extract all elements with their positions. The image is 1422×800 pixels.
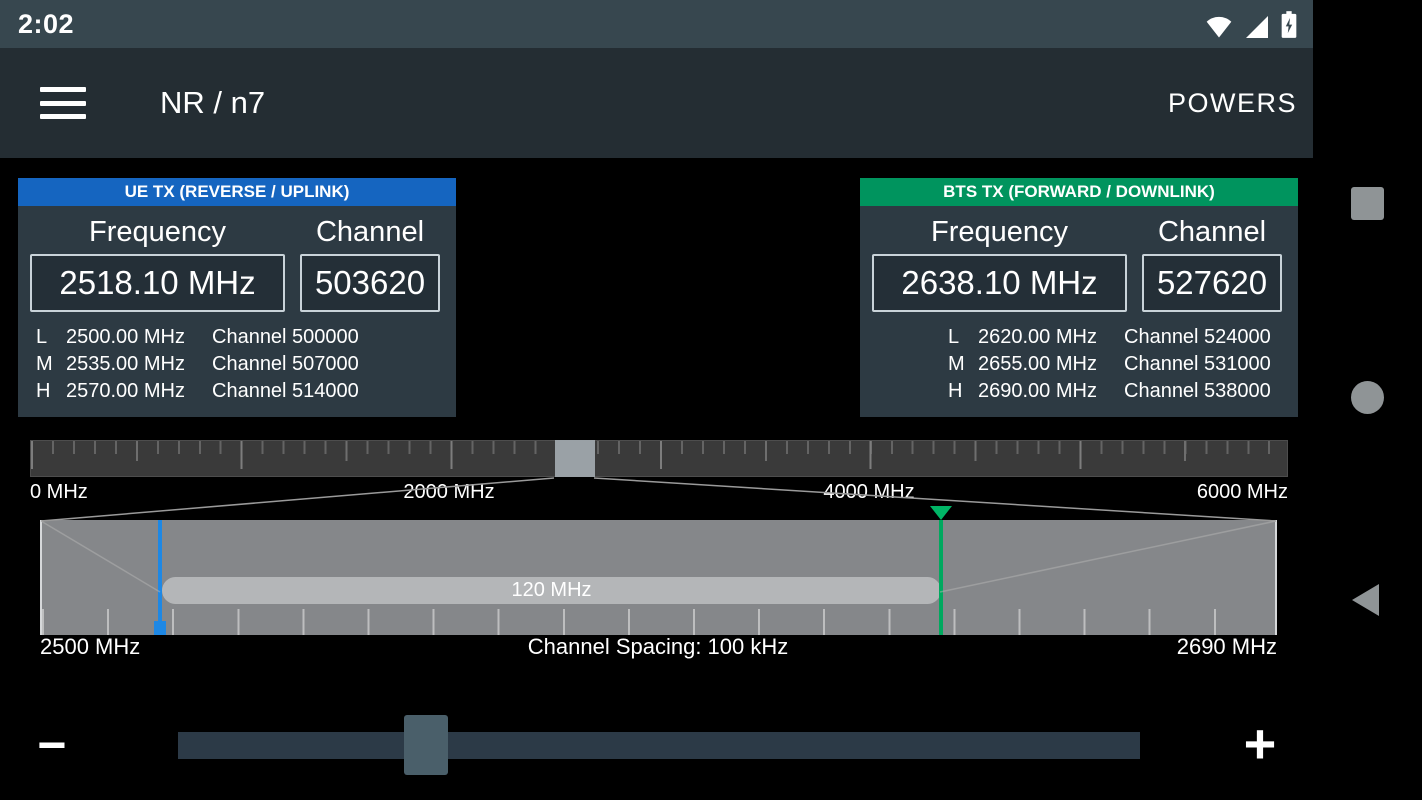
battery-charging-icon <box>1281 11 1297 38</box>
downlink-preset-mid[interactable]: M 2655.00 MHz Channel 531000 <box>948 351 1284 378</box>
cellular-signal-icon <box>1244 16 1270 38</box>
scale-label-4000: 4000 MHz <box>823 481 914 504</box>
preset-frequency: 2655.00 MHz <box>978 351 1124 378</box>
menu-icon[interactable] <box>40 87 86 119</box>
uplink-frequency-field[interactable]: 2518.10 MHz <box>30 254 285 312</box>
downlink-preset-low[interactable]: L 2620.00 MHz Channel 524000 <box>948 324 1284 351</box>
screen: 2:02 NR / n7 POWERS UE TX (REV <box>0 0 1422 800</box>
preset-channel: Channel 538000 <box>1124 378 1284 405</box>
preset-key: H <box>36 378 66 405</box>
downlink-card-header: BTS TX (FORWARD / DOWNLINK) <box>860 178 1298 206</box>
preset-channel: Channel 531000 <box>1124 351 1284 378</box>
zoom-in-button[interactable]: + <box>1234 717 1286 769</box>
scale-label-0: 0 MHz <box>30 481 88 504</box>
app-bar: NR / n7 POWERS <box>0 48 1313 158</box>
channel-spacing-label: Channel Spacing: 100 kHz <box>528 634 789 660</box>
zoom-slider-handle[interactable] <box>404 715 448 775</box>
uplink-channel-field[interactable]: 503620 <box>300 254 440 312</box>
uplink-card-body: Frequency Channel 2518.10 MHz 503620 L 2… <box>18 206 456 417</box>
recents-square-icon[interactable] <box>1351 187 1384 220</box>
scale-label-2000: 2000 MHz <box>403 481 494 504</box>
uplink-channel-label: Channel <box>300 216 440 249</box>
ruler-major-ticks <box>31 441 1287 469</box>
uplink-marker-handle[interactable] <box>154 621 166 635</box>
downlink-channel-field[interactable]: 527620 <box>1142 254 1282 312</box>
back-triangle-icon[interactable] <box>1352 584 1379 616</box>
preset-channel: Channel 507000 <box>212 351 444 378</box>
home-circle-icon[interactable] <box>1351 381 1384 414</box>
downlink-marker-handle[interactable] <box>930 506 952 520</box>
status-icons <box>1205 11 1297 38</box>
overview-selection-window[interactable] <box>555 440 595 477</box>
uplink-card-header: UE TX (REVERSE / UPLINK) <box>18 178 456 206</box>
wifi-icon <box>1205 16 1233 38</box>
band-end-label: 2690 MHz <box>1177 634 1277 660</box>
uplink-preset-low[interactable]: L 2500.00 MHz Channel 500000 <box>36 324 444 351</box>
preset-key: L <box>948 324 978 351</box>
uplink-frequency-marker[interactable] <box>158 520 162 635</box>
powers-button[interactable]: POWERS <box>1168 88 1297 119</box>
uplink-presets: L 2500.00 MHz Channel 500000 M 2535.00 M… <box>30 324 444 405</box>
downlink-card: BTS TX (FORWARD / DOWNLINK) Frequency Ch… <box>860 178 1298 417</box>
zoom-out-button[interactable]: − <box>26 719 78 771</box>
preset-key: H <box>948 378 978 405</box>
downlink-card-body: Frequency Channel 2638.10 MHz 527620 L 2… <box>860 206 1298 417</box>
preset-frequency: 2500.00 MHz <box>66 324 212 351</box>
downlink-preset-high[interactable]: H 2690.00 MHz Channel 538000 <box>948 378 1284 405</box>
band-start-label: 2500 MHz <box>40 634 140 660</box>
status-bar: 2:02 <box>0 0 1313 48</box>
band-zoom-area[interactable]: 120 MHz <box>40 520 1277 635</box>
spectrum-overview-ruler[interactable] <box>30 440 1288 477</box>
preset-frequency: 2620.00 MHz <box>978 324 1124 351</box>
downlink-frequency-field[interactable]: 2638.10 MHz <box>872 254 1127 312</box>
clock: 2:02 <box>18 9 74 40</box>
downlink-presets: L 2620.00 MHz Channel 524000 M 2655.00 M… <box>872 324 1286 405</box>
preset-key: M <box>36 351 66 378</box>
preset-channel: Channel 514000 <box>212 378 444 405</box>
preset-frequency: 2690.00 MHz <box>978 378 1124 405</box>
downlink-frequency-label: Frequency <box>872 216 1127 249</box>
page-title: NR / n7 <box>160 85 265 121</box>
downlink-channel-label: Channel <box>1142 216 1282 249</box>
preset-key: M <box>948 351 978 378</box>
preset-channel: Channel 524000 <box>1124 324 1284 351</box>
uplink-preset-mid[interactable]: M 2535.00 MHz Channel 507000 <box>36 351 444 378</box>
uplink-frequency-label: Frequency <box>30 216 285 249</box>
duplex-separation-bar[interactable]: 120 MHz <box>162 577 941 604</box>
band-ticks <box>42 609 1275 635</box>
duplex-separation-label: 120 MHz <box>511 579 591 602</box>
preset-frequency: 2570.00 MHz <box>66 378 212 405</box>
preset-channel: Channel 500000 <box>212 324 444 351</box>
navigation-bar <box>1313 0 1422 800</box>
scale-label-6000: 6000 MHz <box>1197 481 1288 504</box>
uplink-card: UE TX (REVERSE / UPLINK) Frequency Chann… <box>18 178 456 417</box>
preset-frequency: 2535.00 MHz <box>66 351 212 378</box>
zoom-slider-track[interactable] <box>178 732 1140 759</box>
downlink-frequency-marker[interactable] <box>939 520 943 635</box>
preset-key: L <box>36 324 66 351</box>
uplink-preset-high[interactable]: H 2570.00 MHz Channel 514000 <box>36 378 444 405</box>
